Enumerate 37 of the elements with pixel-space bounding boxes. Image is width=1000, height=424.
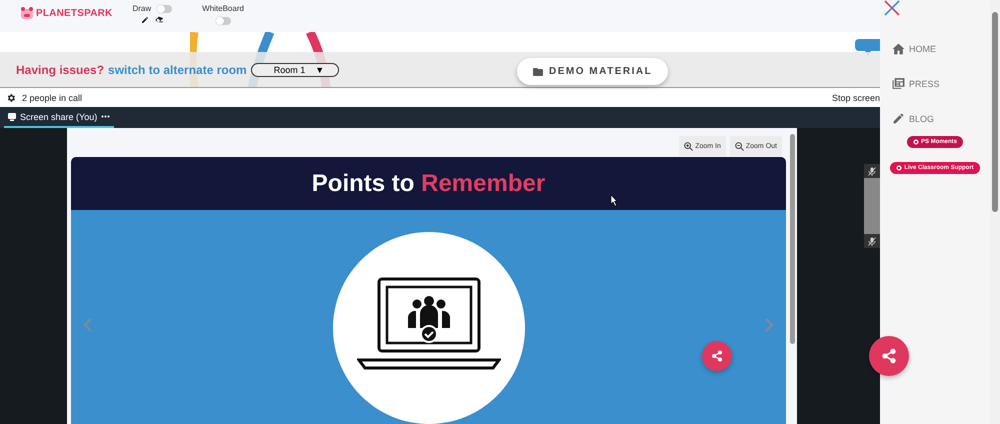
mic-off-icon xyxy=(868,236,876,246)
whiteboard-label: WhiteBoard xyxy=(202,4,244,13)
toggle-switch[interactable] xyxy=(157,4,172,12)
mic-off-icon xyxy=(868,166,876,176)
settings-icon[interactable] xyxy=(6,92,16,102)
zoom-in-icon xyxy=(684,142,694,150)
share-icon xyxy=(711,350,723,362)
room-select[interactable]: Room 1 ▼ xyxy=(250,62,340,76)
nav-link[interactable]: HOME xyxy=(880,31,936,66)
newspaper-icon xyxy=(892,77,905,90)
share-icon xyxy=(881,348,897,364)
pencil-icon[interactable] xyxy=(140,16,149,24)
video-tile xyxy=(864,178,880,234)
radio-icon xyxy=(912,139,919,145)
scrollbar-thumb[interactable] xyxy=(992,12,998,212)
screen-icon xyxy=(8,112,16,120)
toggle-switch[interactable] xyxy=(216,17,231,25)
eraser-icon[interactable] xyxy=(154,16,164,24)
nav-link[interactable]: PRESS xyxy=(880,66,940,101)
slide-title: Points to Remember xyxy=(312,170,546,198)
scrollbar-thumb[interactable] xyxy=(790,134,795,344)
logo-icon xyxy=(20,6,34,20)
radio-icon xyxy=(896,165,902,171)
zoom-out-icon xyxy=(734,142,744,150)
people-count: 2 people in call xyxy=(22,92,82,102)
logo-text: PLANETSPARK xyxy=(36,8,112,18)
close-icon[interactable] xyxy=(884,0,900,16)
home-icon xyxy=(892,42,905,54)
stop-screen-link[interactable]: Stop screen xyxy=(832,92,880,102)
more-icon[interactable] xyxy=(101,115,110,118)
pointer-cursor-icon xyxy=(611,195,618,206)
pencil-icon xyxy=(892,112,905,125)
folder-icon xyxy=(533,68,543,76)
nav-link[interactable]: BLOG xyxy=(880,101,934,136)
draw-label: Draw xyxy=(132,4,152,13)
demo-material-button[interactable]: DEMO MATERIAL xyxy=(517,58,668,85)
issue-text: Having issues? xyxy=(16,62,104,76)
